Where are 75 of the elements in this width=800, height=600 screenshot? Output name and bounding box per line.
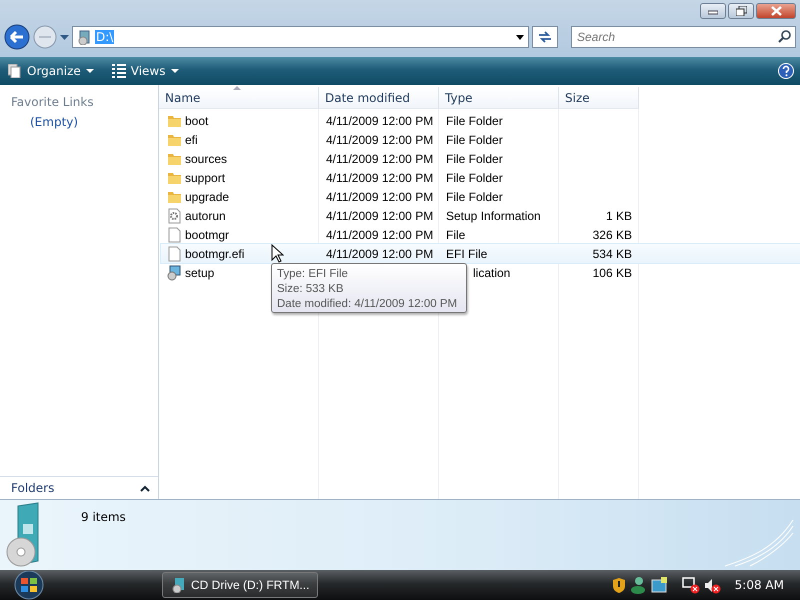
size-cell-text: 534 KB (592, 246, 633, 262)
type-cell-text: File Folder (445, 132, 504, 148)
drive-icon (171, 577, 185, 594)
cd-drive-icon (4, 502, 39, 568)
caret-icon (170, 69, 178, 73)
cursor-icon (271, 244, 284, 263)
file-name[interactable]: bootmgr.efi (161, 244, 321, 263)
history-button[interactable] (60, 34, 69, 40)
date-cell-text: 4/11/2009 12:00 PM (325, 170, 434, 186)
views-button[interactable]: Views (110, 62, 180, 80)
size-cell-text: 106 KB (592, 264, 633, 282)
user-icon[interactable] (630, 576, 647, 594)
pages-icon (8, 64, 22, 78)
type-cell-text: lication (472, 264, 512, 282)
window-icon[interactable] (650, 577, 668, 594)
item-count: 9 items (81, 510, 126, 526)
date-cell-text: 4/11/2009 12:00 PM (325, 112, 434, 130)
date-cell-text: 4/11/2009 12:00 PM (325, 246, 434, 262)
type-cell-text: EFI File (445, 246, 488, 262)
section-heading: Favorite Links (10, 94, 95, 109)
settings-file-icon (167, 208, 182, 224)
type-cell-text: File (445, 226, 466, 244)
drive-icon (77, 29, 91, 45)
file-icon (167, 226, 182, 242)
column-header[interactable]: Name (159, 87, 319, 109)
date-cell-text: 4/11/2009 12:00 PM (325, 188, 434, 206)
list-view-icon (112, 64, 126, 78)
file-name[interactable]: boot (161, 111, 321, 130)
type-cell-text: File Folder (445, 188, 504, 206)
help-icon[interactable] (778, 63, 794, 79)
volume-muted-icon[interactable] (704, 576, 721, 594)
swoosh-drawing (725, 518, 795, 568)
search-icon (778, 30, 791, 43)
file-name[interactable]: sources (161, 149, 321, 168)
organize-button[interactable]: Organize (6, 62, 96, 80)
file-icon (167, 246, 182, 262)
caret-icon (86, 69, 94, 73)
back-button[interactable] (4, 24, 30, 50)
file-name[interactable]: efi (161, 130, 321, 149)
file-name[interactable]: upgrade (161, 187, 321, 206)
restore-button[interactable] (728, 3, 754, 19)
date-cell-text: 4/11/2009 12:00 PM (325, 226, 434, 244)
file-name[interactable]: autorun (161, 206, 321, 225)
clock[interactable]: 5:08 AM (734, 578, 784, 592)
restore-icon (736, 6, 746, 16)
refresh-icon (537, 29, 553, 45)
size-cell-text: 326 KB (592, 226, 633, 244)
network-error-icon[interactable] (682, 576, 700, 594)
close-button[interactable] (756, 3, 796, 19)
taskbar-button[interactable]: CD Drive (D:) FRTM... (162, 572, 318, 598)
column-header[interactable]: Size (559, 87, 639, 109)
minimize-button[interactable] (700, 3, 726, 19)
file-name[interactable]: bootmgr (161, 225, 321, 244)
column-header[interactable]: Type (439, 87, 559, 109)
caret-icon (516, 34, 524, 40)
search-field[interactable]: Search (571, 26, 796, 48)
column-header[interactable]: Date modified (319, 87, 439, 109)
shield-icon[interactable] (612, 576, 626, 594)
sort-arrow-icon (233, 86, 241, 90)
setup-icon (167, 264, 182, 280)
favorite-link[interactable]: (Empty) (0, 109, 158, 129)
type-cell-text: File Folder (445, 150, 504, 168)
chevron-up-icon (140, 484, 150, 492)
size-cell-text: 1 KB (604, 208, 633, 224)
type-cell-text: File Folder (445, 112, 504, 130)
date-cell-text: 4/11/2009 12:00 PM (325, 208, 434, 224)
close-icon (770, 6, 782, 16)
tooltip: Type: EFI File Size: 533 KB Date modified: 4/11/2009 12:00 PM (271, 263, 467, 313)
date-cell-text: 4/11/2009 12:00 PM (325, 132, 434, 148)
file-name[interactable]: support (161, 168, 321, 187)
date-cell-text: 4/11/2009 12:00 PM (325, 150, 434, 168)
caret-icon (60, 34, 69, 40)
type-cell-text: Setup Information (445, 208, 542, 224)
type-cell-text: File Folder (445, 170, 504, 186)
refresh-button[interactable] (532, 26, 558, 48)
